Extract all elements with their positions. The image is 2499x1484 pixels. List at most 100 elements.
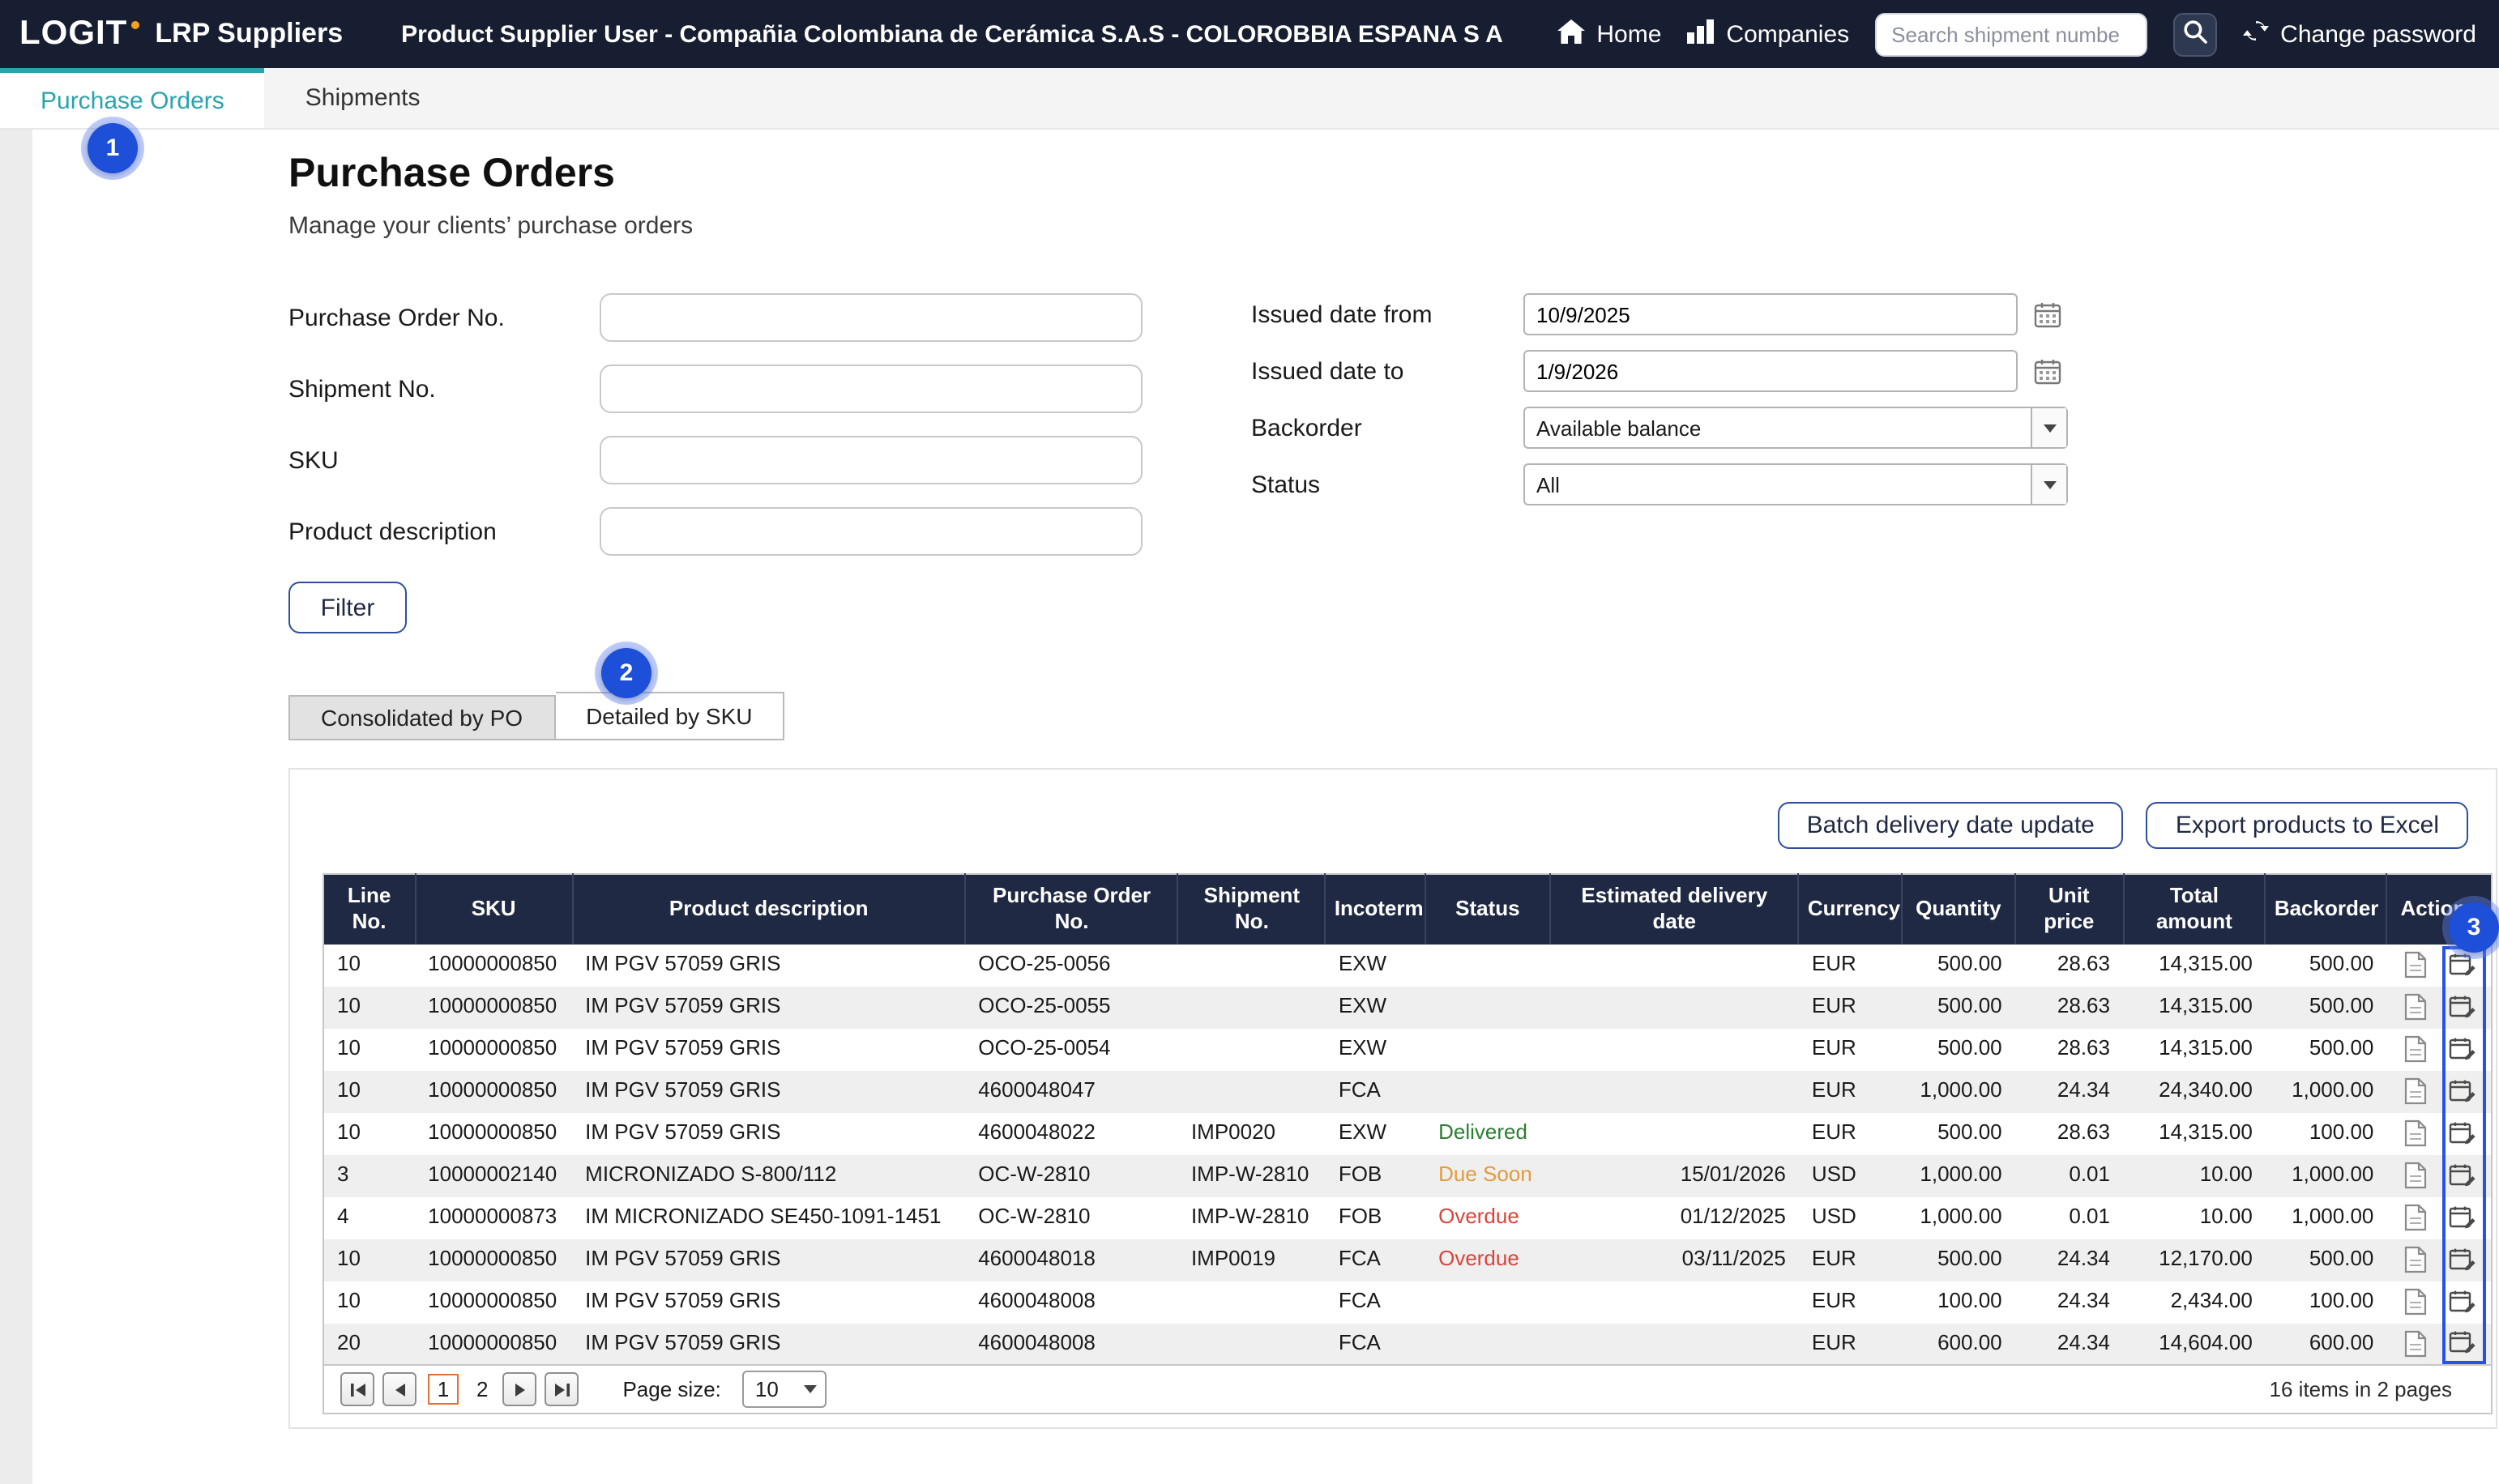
cell-total-amount: 14,315.00 bbox=[2123, 1112, 2266, 1154]
cell-shipment-no bbox=[1178, 1070, 1326, 1112]
cell-shipment-no bbox=[1178, 986, 1326, 1028]
sku-input[interactable] bbox=[600, 436, 1143, 484]
pdf-document-icon[interactable] bbox=[2400, 1076, 2431, 1107]
pdf-document-icon[interactable] bbox=[2400, 1286, 2431, 1317]
pdf-document-icon[interactable] bbox=[2400, 1118, 2431, 1149]
filter-button[interactable]: Filter bbox=[288, 582, 407, 633]
table-row[interactable]: 20 10000000850 IM PGV 57059 GRIS 4600048… bbox=[323, 1323, 2492, 1365]
sku-label: SKU bbox=[288, 446, 600, 474]
table-row[interactable]: 10 10000000850 IM PGV 57059 GRIS 4600048… bbox=[323, 1070, 2492, 1112]
edit-delivery-date-icon[interactable] bbox=[2446, 1328, 2477, 1359]
cell-status bbox=[1425, 944, 1550, 986]
export-products-to-excel-button[interactable]: Export products to Excel bbox=[2147, 802, 2468, 849]
pdf-document-icon[interactable] bbox=[2400, 949, 2431, 980]
cell-product-description: IM PGV 57059 GRIS bbox=[572, 1323, 965, 1365]
first-page-button[interactable] bbox=[340, 1372, 374, 1406]
previous-page-button[interactable] bbox=[382, 1372, 416, 1406]
edit-delivery-date-icon[interactable] bbox=[2446, 1244, 2477, 1275]
module-tabbar: Purchase Orders Shipments bbox=[0, 68, 2499, 130]
issued-date-from-label: Issued date from bbox=[1251, 301, 1523, 328]
cell-quantity: 500.00 bbox=[1902, 1112, 2014, 1154]
page-number-2[interactable]: 2 bbox=[470, 1377, 494, 1401]
table-row[interactable]: 10 10000000850 IM PGV 57059 GRIS 4600048… bbox=[323, 1239, 2492, 1281]
cell-backorder: 500.00 bbox=[2266, 944, 2387, 986]
batch-delivery-date-update-button[interactable]: Batch delivery date update bbox=[1778, 802, 2124, 849]
edit-delivery-date-icon[interactable] bbox=[2446, 991, 2477, 1022]
table-row[interactable]: 10 10000000850 IM PGV 57059 GRIS 4600048… bbox=[323, 1112, 2492, 1154]
pdf-document-icon[interactable] bbox=[2400, 1160, 2431, 1191]
cell-shipment-no bbox=[1178, 944, 1326, 986]
cell-incoterm: EXW bbox=[1326, 986, 1425, 1028]
edit-delivery-date-icon[interactable] bbox=[2446, 1160, 2477, 1191]
shipment-search-input[interactable] bbox=[1875, 12, 2147, 56]
table-row[interactable]: 3 10000002140 MICRONIZADO S-800/112 OC-W… bbox=[323, 1154, 2492, 1196]
column-header-shipment-no-: Shipment No. bbox=[1178, 874, 1326, 944]
chevron-down-icon bbox=[804, 1385, 817, 1393]
pdf-document-icon[interactable] bbox=[2400, 1244, 2431, 1275]
page-title: Purchase Orders bbox=[288, 151, 2497, 198]
status-select[interactable]: All bbox=[1523, 463, 2068, 505]
cell-shipment-no: IMP-W-2810 bbox=[1178, 1154, 1326, 1196]
cell-estimated-delivery-date bbox=[1550, 986, 1799, 1028]
shipment-number-input[interactable] bbox=[600, 365, 1143, 413]
view-tab-detailed-by-sku[interactable]: Detailed by SKU bbox=[555, 692, 784, 740]
cell-sku: 10000002140 bbox=[415, 1154, 572, 1196]
cell-line-no: 10 bbox=[323, 1281, 415, 1323]
pdf-document-icon[interactable] bbox=[2400, 1034, 2431, 1064]
cell-quantity: 500.00 bbox=[1902, 986, 2014, 1028]
next-page-button[interactable] bbox=[502, 1372, 536, 1406]
cell-product-description: IM PGV 57059 GRIS bbox=[572, 944, 965, 986]
backorder-select[interactable]: Available balance bbox=[1523, 407, 2068, 449]
current-page-number[interactable]: 1 bbox=[428, 1374, 459, 1405]
cell-total-amount: 14,315.00 bbox=[2123, 944, 2266, 986]
po-number-input[interactable] bbox=[600, 293, 1143, 342]
pdf-document-icon[interactable] bbox=[2400, 1202, 2431, 1233]
home-icon bbox=[1557, 19, 1585, 49]
table-row[interactable]: 10 10000000850 IM PGV 57059 GRIS OCO-25-… bbox=[323, 1028, 2492, 1070]
issued-date-to-input[interactable] bbox=[1523, 350, 2018, 392]
table-row[interactable]: 10 10000000850 IM PGV 57059 GRIS OCO-25-… bbox=[323, 986, 2492, 1028]
cell-purchase-order-no: OCO-25-0054 bbox=[965, 1028, 1178, 1070]
issued-date-from-input[interactable] bbox=[1523, 293, 2018, 335]
column-header-sku: SKU bbox=[415, 874, 572, 944]
annotation-badge-2: 2 bbox=[601, 648, 651, 698]
table-row[interactable]: 10 10000000850 IM PGV 57059 GRIS OCO-25-… bbox=[323, 944, 2492, 986]
po-table-wrapper: Line No.SKUProduct descriptionPurchase O… bbox=[323, 873, 2493, 1366]
cell-line-no: 3 bbox=[323, 1154, 415, 1196]
tab-shipments[interactable]: Shipments bbox=[265, 68, 461, 128]
edit-delivery-date-icon[interactable] bbox=[2446, 1034, 2477, 1064]
calendar-picker-icon[interactable] bbox=[2029, 296, 2065, 332]
edit-delivery-date-icon[interactable] bbox=[2446, 1118, 2477, 1149]
edit-delivery-date-icon[interactable] bbox=[2446, 1286, 2477, 1317]
edit-delivery-date-icon[interactable] bbox=[2446, 1076, 2477, 1107]
edit-delivery-date-icon[interactable] bbox=[2446, 1202, 2477, 1233]
last-page-button[interactable] bbox=[545, 1372, 579, 1406]
main-content: Purchase Orders Manage your clients’ pur… bbox=[0, 151, 2499, 1429]
cell-currency: USD bbox=[1799, 1154, 1902, 1196]
tab-purchase-orders[interactable]: Purchase Orders bbox=[0, 68, 265, 128]
cell-unit-price: 24.34 bbox=[2015, 1323, 2123, 1365]
table-row[interactable]: 4 10000000873 IM MICRONIZADO SE450-1091-… bbox=[323, 1196, 2492, 1239]
cell-estimated-delivery-date bbox=[1550, 1323, 1799, 1365]
page-size-select[interactable]: 10 bbox=[742, 1371, 827, 1408]
cell-status bbox=[1425, 986, 1550, 1028]
tab-label: Purchase Orders bbox=[41, 87, 224, 114]
calendar-picker-icon[interactable] bbox=[2029, 353, 2065, 389]
companies-link[interactable]: Companies bbox=[1687, 19, 1849, 49]
po-table-header-row: Line No.SKUProduct descriptionPurchase O… bbox=[323, 874, 2492, 944]
search-button[interactable] bbox=[2173, 12, 2217, 56]
cell-purchase-order-no: 4600048008 bbox=[965, 1281, 1178, 1323]
edit-delivery-date-icon[interactable] bbox=[2446, 949, 2477, 980]
change-password-link[interactable]: Change password bbox=[2243, 18, 2476, 50]
column-header-product-description: Product description bbox=[572, 874, 965, 944]
pdf-document-icon[interactable] bbox=[2400, 991, 2431, 1022]
column-header-unit-price: Unit price bbox=[2015, 874, 2123, 944]
cell-product-description: IM PGV 57059 GRIS bbox=[572, 1028, 965, 1070]
cell-status: Due Soon bbox=[1425, 1154, 1550, 1196]
view-tab-consolidated-by-po[interactable]: Consolidated by PO bbox=[288, 695, 555, 740]
cell-actions bbox=[2386, 1070, 2492, 1112]
home-link[interactable]: Home bbox=[1557, 19, 1661, 49]
table-row[interactable]: 10 10000000850 IM PGV 57059 GRIS 4600048… bbox=[323, 1281, 2492, 1323]
pdf-document-icon[interactable] bbox=[2400, 1328, 2431, 1359]
product-description-input[interactable] bbox=[600, 507, 1143, 556]
